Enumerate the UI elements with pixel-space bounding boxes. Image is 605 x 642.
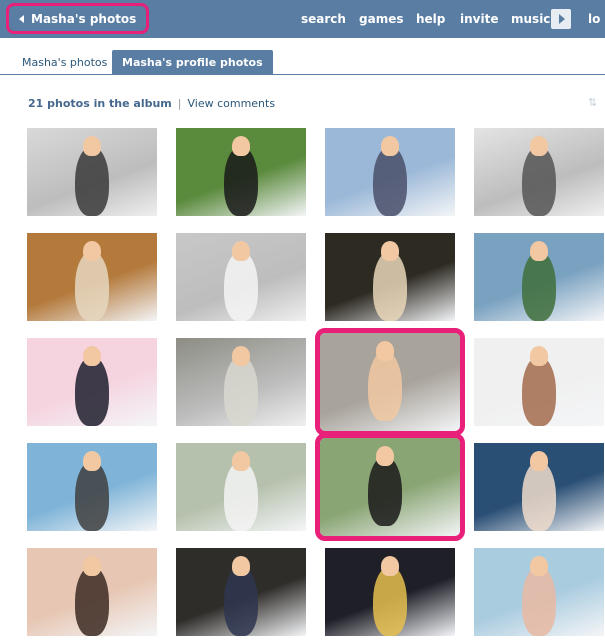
- photo-image: [474, 548, 604, 636]
- view-comments-link[interactable]: View comments: [187, 97, 275, 110]
- person-figure: [373, 251, 407, 321]
- photo-thumbnail[interactable]: [27, 233, 157, 321]
- person-face: [83, 556, 101, 576]
- photo-image: [474, 338, 604, 426]
- person-face: [83, 136, 101, 156]
- photo-thumbnail[interactable]: [315, 328, 465, 436]
- photo-image: [325, 548, 455, 636]
- photo-count: 21 photos in the album: [28, 97, 172, 110]
- photo-image: [325, 128, 455, 216]
- photo-image: [27, 233, 157, 321]
- person-figure: [75, 146, 109, 216]
- person-figure: [224, 146, 258, 216]
- photo-image: [27, 338, 157, 426]
- nav-more-arrow-button[interactable]: [551, 9, 571, 29]
- person-figure: [522, 461, 556, 531]
- photo-image: [320, 333, 460, 431]
- photo-image: [474, 233, 604, 321]
- person-figure: [224, 461, 258, 531]
- photo-thumbnail[interactable]: [176, 338, 306, 426]
- nav-games[interactable]: games: [359, 0, 403, 38]
- person-face: [232, 346, 250, 366]
- person-figure: [522, 146, 556, 216]
- photo-thumbnail[interactable]: [176, 443, 306, 531]
- top-bar: Masha's photos search games help invite …: [0, 0, 605, 38]
- album-tabs: Masha's photos Masha's profile photos: [0, 38, 605, 75]
- person-face: [530, 136, 548, 156]
- nav-help[interactable]: help: [416, 0, 445, 38]
- album-info: 21 photos in the album | View comments: [28, 97, 275, 110]
- photo-thumbnail[interactable]: [474, 548, 604, 636]
- person-figure: [373, 146, 407, 216]
- photo-thumbnail[interactable]: [27, 128, 157, 216]
- person-face: [530, 451, 548, 471]
- person-figure: [75, 566, 109, 636]
- photo-thumbnail[interactable]: [176, 548, 306, 636]
- nav-music[interactable]: music: [511, 0, 550, 38]
- person-figure: [224, 251, 258, 321]
- tab-mashas-photos[interactable]: Masha's photos: [12, 50, 117, 74]
- photo-image: [176, 233, 306, 321]
- photo-image: [176, 443, 306, 531]
- tab-mashas-profile-photos[interactable]: Masha's profile photos: [112, 50, 273, 74]
- nav-search[interactable]: search: [301, 0, 346, 38]
- person-figure: [522, 251, 556, 321]
- photo-image: [176, 548, 306, 636]
- person-figure: [75, 461, 109, 531]
- person-face: [232, 556, 250, 576]
- person-figure: [368, 351, 402, 421]
- photo-thumbnail[interactable]: [27, 338, 157, 426]
- person-figure: [75, 251, 109, 321]
- photo-thumbnail[interactable]: [474, 338, 604, 426]
- person-face: [530, 346, 548, 366]
- person-face: [232, 136, 250, 156]
- person-face: [376, 341, 394, 361]
- photo-image: [474, 128, 604, 216]
- separator: |: [177, 97, 182, 110]
- photo-thumbnail[interactable]: [474, 443, 604, 531]
- person-face: [530, 556, 548, 576]
- triangle-left-icon: [19, 14, 24, 23]
- person-face: [83, 451, 101, 471]
- nav-logout[interactable]: lo: [588, 0, 600, 38]
- photo-image: [474, 443, 604, 531]
- photo-image: [176, 338, 306, 426]
- photo-image: [176, 128, 306, 216]
- nav-invite[interactable]: invite: [460, 0, 498, 38]
- photo-image: [27, 443, 157, 531]
- photo-thumbnail[interactable]: [315, 433, 465, 541]
- person-face: [381, 241, 399, 261]
- person-face: [376, 446, 394, 466]
- photo-thumbnail[interactable]: [176, 233, 306, 321]
- back-button-label: Masha's photos: [31, 11, 137, 26]
- back-to-photos-button[interactable]: Masha's photos: [6, 3, 150, 34]
- photo-image: [27, 548, 157, 636]
- person-figure: [224, 566, 258, 636]
- sort-arrows-icon[interactable]: ⇅: [588, 96, 602, 110]
- person-figure: [224, 356, 258, 426]
- person-face: [232, 451, 250, 471]
- photo-thumbnail[interactable]: [474, 128, 604, 216]
- person-figure: [522, 356, 556, 426]
- photo-image: [320, 438, 460, 536]
- person-face: [232, 241, 250, 261]
- person-figure: [373, 566, 407, 636]
- photo-thumbnail[interactable]: [474, 233, 604, 321]
- person-face: [530, 241, 548, 261]
- person-face: [381, 556, 399, 576]
- person-figure: [522, 566, 556, 636]
- person-figure: [368, 456, 402, 526]
- photo-thumbnail[interactable]: [325, 548, 455, 636]
- photo-thumbnail[interactable]: [27, 548, 157, 636]
- person-figure: [75, 356, 109, 426]
- photo-thumbnail[interactable]: [325, 128, 455, 216]
- photo-thumbnail[interactable]: [176, 128, 306, 216]
- photo-image: [325, 233, 455, 321]
- photo-image: [27, 128, 157, 216]
- person-face: [83, 346, 101, 366]
- person-face: [83, 241, 101, 261]
- photo-thumbnail[interactable]: [27, 443, 157, 531]
- photo-thumbnail[interactable]: [325, 233, 455, 321]
- person-face: [381, 136, 399, 156]
